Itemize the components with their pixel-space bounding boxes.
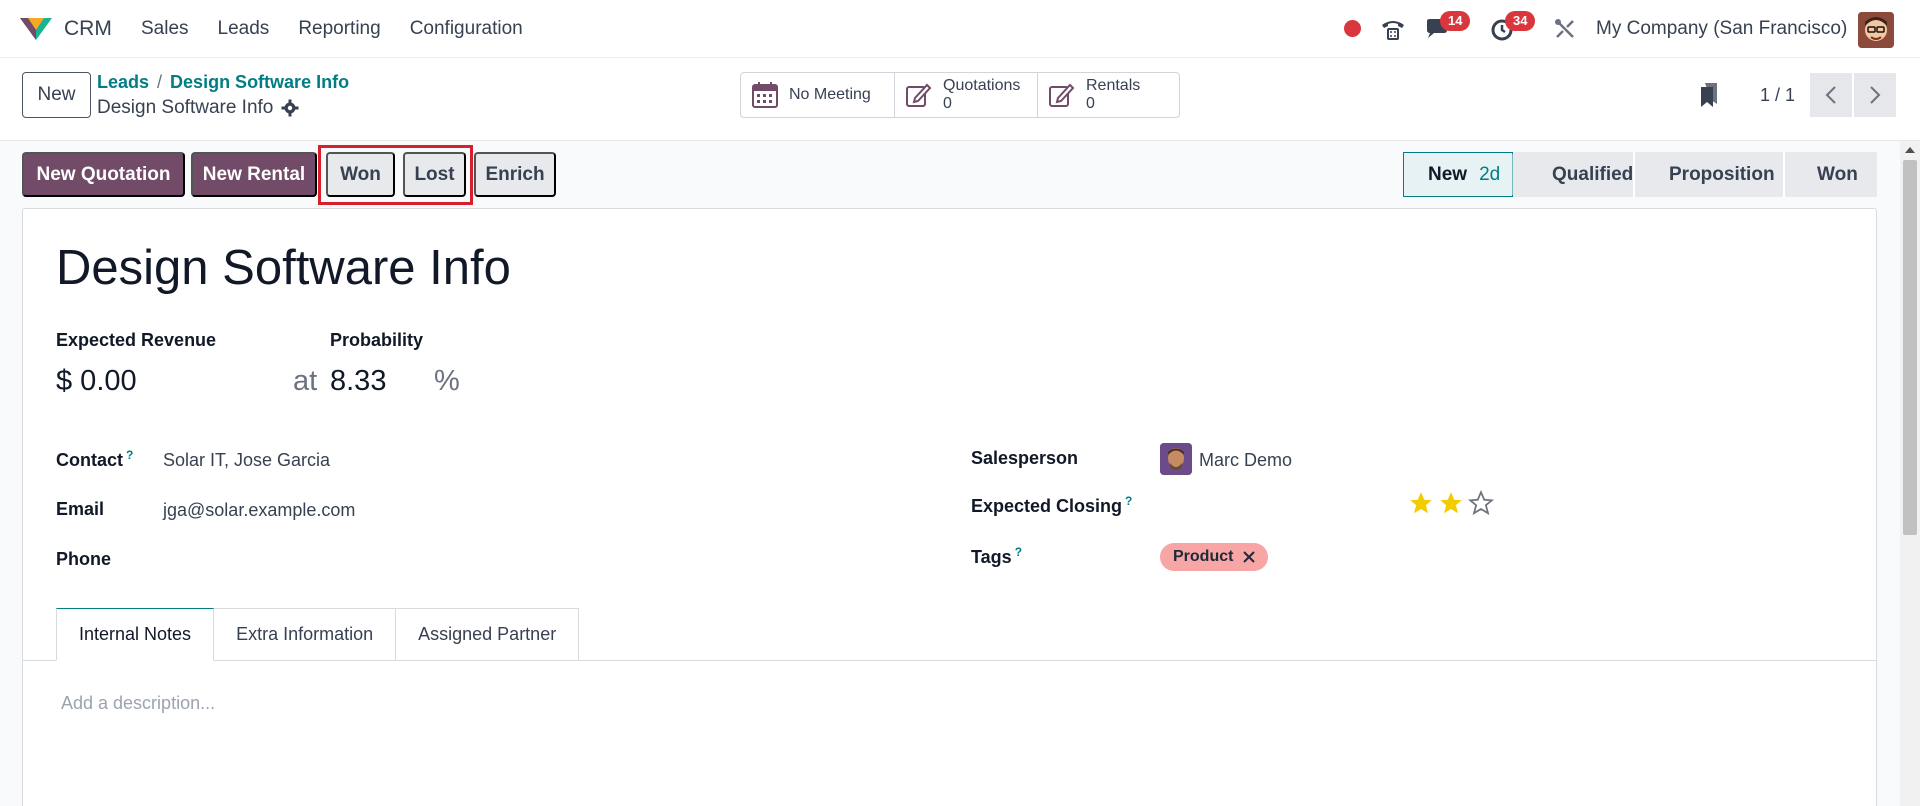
chevron-left-icon — [1825, 86, 1836, 104]
edit-icon — [1049, 83, 1075, 107]
enrich-button[interactable]: Enrich — [474, 152, 556, 197]
email-label: Email — [56, 499, 105, 519]
quotations-count: 0 — [943, 95, 952, 112]
contact-field[interactable]: Solar IT, Jose Garcia — [163, 450, 330, 471]
edit-icon — [906, 83, 932, 107]
user-avatar[interactable] — [1858, 12, 1894, 48]
quotations-smart-button[interactable]: Quotations 0 — [895, 73, 1038, 117]
activity-badge: 34 — [1505, 11, 1536, 31]
stage-proposition[interactable]: Proposition — [1633, 152, 1783, 197]
expected-revenue-input[interactable]: $ 0.00 — [56, 365, 137, 398]
expected-closing-help-icon[interactable]: ? — [1125, 494, 1132, 508]
phone-label: Phone — [56, 549, 112, 569]
menu-leads[interactable]: Leads — [218, 18, 270, 40]
salesperson-avatar — [1160, 443, 1192, 475]
gear-icon[interactable] — [281, 99, 299, 117]
action-bar: New Quotation New Rental Won Lost Enrich… — [0, 141, 1920, 209]
stage-won-label: Won — [1817, 163, 1858, 185]
stage-duration: 2d — [1479, 163, 1501, 185]
record-name-text: Design Software Info — [97, 97, 274, 118]
stage-proposition-label: Proposition — [1669, 163, 1775, 185]
pager-value[interactable]: 1 / 1 — [1760, 85, 1795, 106]
smart-buttons: No Meeting Quotations 0 Rentals 0 — [740, 72, 1180, 118]
stage-qualified[interactable]: Qualified — [1513, 152, 1633, 197]
control-panel: New Leads / Design Software Info Design So… — [0, 57, 1920, 141]
menu-sales[interactable]: Sales — [141, 18, 189, 40]
expected-closing-label: Expected Closing? — [971, 494, 1133, 516]
at-label: at — [293, 365, 318, 397]
company-switcher[interactable]: My Company (San Francisco) — [1596, 18, 1847, 40]
contact-label: Contact? — [56, 448, 134, 470]
stage-won[interactable]: Won — [1783, 152, 1877, 197]
rentals-smart-button[interactable]: Rentals 0 — [1038, 73, 1179, 117]
crm-logo-icon[interactable] — [18, 14, 54, 42]
notebook-tabs: Internal Notes Extra Information Assigne… — [56, 608, 580, 661]
lead-title[interactable]: Design Software Info — [56, 240, 511, 296]
tab-assigned-partner[interactable]: Assigned Partner — [396, 608, 580, 661]
tab-extra-information[interactable]: Extra Information — [214, 608, 397, 661]
star-filled-icon[interactable] — [1438, 490, 1464, 516]
email-field[interactable]: jga@solar.example.com — [163, 500, 355, 521]
pager-previous-button[interactable] — [1810, 73, 1852, 117]
rentals-label: Rentals — [1086, 77, 1141, 94]
menu-reporting[interactable]: Reporting — [298, 18, 380, 40]
tag-label: Product — [1173, 548, 1234, 565]
new-record-button[interactable]: New — [22, 72, 91, 118]
close-icon[interactable] — [1243, 551, 1256, 563]
meeting-smart-button[interactable]: No Meeting — [741, 73, 895, 117]
highlight-box — [318, 145, 473, 205]
chevron-right-icon — [1870, 86, 1881, 104]
tab-internal-notes[interactable]: Internal Notes — [56, 608, 215, 661]
tags-help-icon[interactable]: ? — [1015, 545, 1022, 559]
record-name: Design Software Info — [97, 97, 299, 119]
stage-bar: New 2d Qualified Proposition Won — [1403, 152, 1877, 197]
salesperson-field[interactable]: Marc Demo — [1199, 450, 1292, 471]
pager-next-button[interactable] — [1854, 73, 1896, 117]
menu-configuration[interactable]: Configuration — [410, 18, 523, 40]
app-name[interactable]: CRM — [64, 17, 112, 41]
star-empty-icon[interactable] — [1468, 490, 1494, 516]
probability-label: Probability — [330, 330, 424, 350]
expected-revenue-label: Expected Revenue — [56, 330, 217, 350]
debug-tools-icon[interactable] — [1553, 17, 1577, 41]
new-rental-button[interactable]: New Rental — [191, 152, 317, 197]
stage-new-label: New — [1428, 163, 1468, 185]
scroll-up-icon[interactable] — [1904, 146, 1916, 154]
star-filled-icon[interactable] — [1408, 490, 1434, 516]
scrollbar-thumb[interactable] — [1903, 160, 1917, 535]
breadcrumb: Leads / Design Software Info — [97, 72, 350, 92]
recording-indicator-icon[interactable] — [1344, 20, 1361, 37]
breadcrumb-current[interactable]: Design Software Info — [170, 72, 349, 92]
phone-icon[interactable] — [1380, 17, 1406, 41]
probability-input[interactable]: 8.33 — [330, 365, 386, 398]
quotations-label: Quotations — [943, 77, 1021, 94]
calendar-icon — [752, 82, 778, 108]
chat-badge: 14 — [1440, 11, 1471, 31]
meeting-label: No Meeting — [789, 86, 871, 103]
main-menu: Sales Leads Reporting Configuration — [141, 18, 552, 40]
breadcrumb-leads[interactable]: Leads — [97, 72, 149, 92]
top-navbar: CRM Sales Leads Reporting Configuration … — [0, 0, 1920, 57]
bookmark-icon[interactable] — [1700, 82, 1718, 108]
tag-product[interactable]: Product — [1160, 543, 1269, 571]
stage-new[interactable]: New 2d — [1403, 152, 1530, 197]
new-quotation-button[interactable]: New Quotation — [22, 152, 185, 197]
percent-sign: % — [434, 365, 460, 397]
tags-label: Tags? — [971, 545, 1023, 567]
description-editor[interactable]: Add a description... — [61, 693, 215, 714]
rentals-count: 0 — [1086, 95, 1095, 112]
contact-help-icon[interactable]: ? — [126, 448, 133, 462]
priority-stars — [1408, 490, 1494, 516]
stage-qualified-label: Qualified — [1552, 163, 1634, 185]
salesperson-label: Salesperson — [971, 448, 1079, 468]
